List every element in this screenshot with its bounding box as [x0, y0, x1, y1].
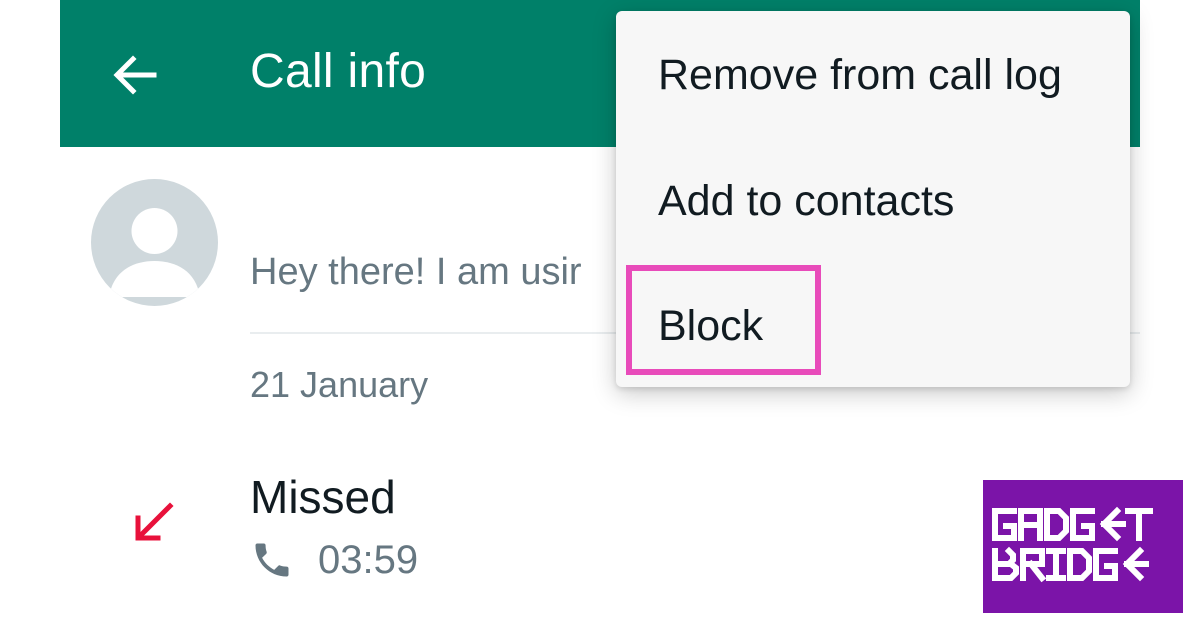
- arrow-left-icon: [113, 55, 157, 95]
- menu-item-remove-from-call-log[interactable]: Remove from call log: [616, 11, 1130, 136]
- call-date: 21 January: [250, 364, 429, 405]
- menu-item-add-to-contacts[interactable]: Add to contacts: [616, 137, 1130, 262]
- call-time: 03:59: [318, 538, 419, 582]
- contact-name: [250, 203, 430, 243]
- phone-icon: [255, 543, 289, 577]
- gadget-bridge-logo: [983, 480, 1183, 613]
- page-title: Call info: [250, 45, 427, 98]
- call-type: Missed: [250, 471, 396, 523]
- menu-item-label: Remove from call log: [658, 51, 1062, 99]
- back-button[interactable]: [100, 40, 170, 110]
- menu-item-label: Add to contacts: [658, 177, 955, 225]
- default-avatar-icon[interactable]: [91, 179, 218, 306]
- missed-call-arrow-icon: [135, 502, 174, 541]
- contact-status: Hey there! I am usir: [250, 251, 582, 293]
- block-highlight-box: [626, 265, 821, 375]
